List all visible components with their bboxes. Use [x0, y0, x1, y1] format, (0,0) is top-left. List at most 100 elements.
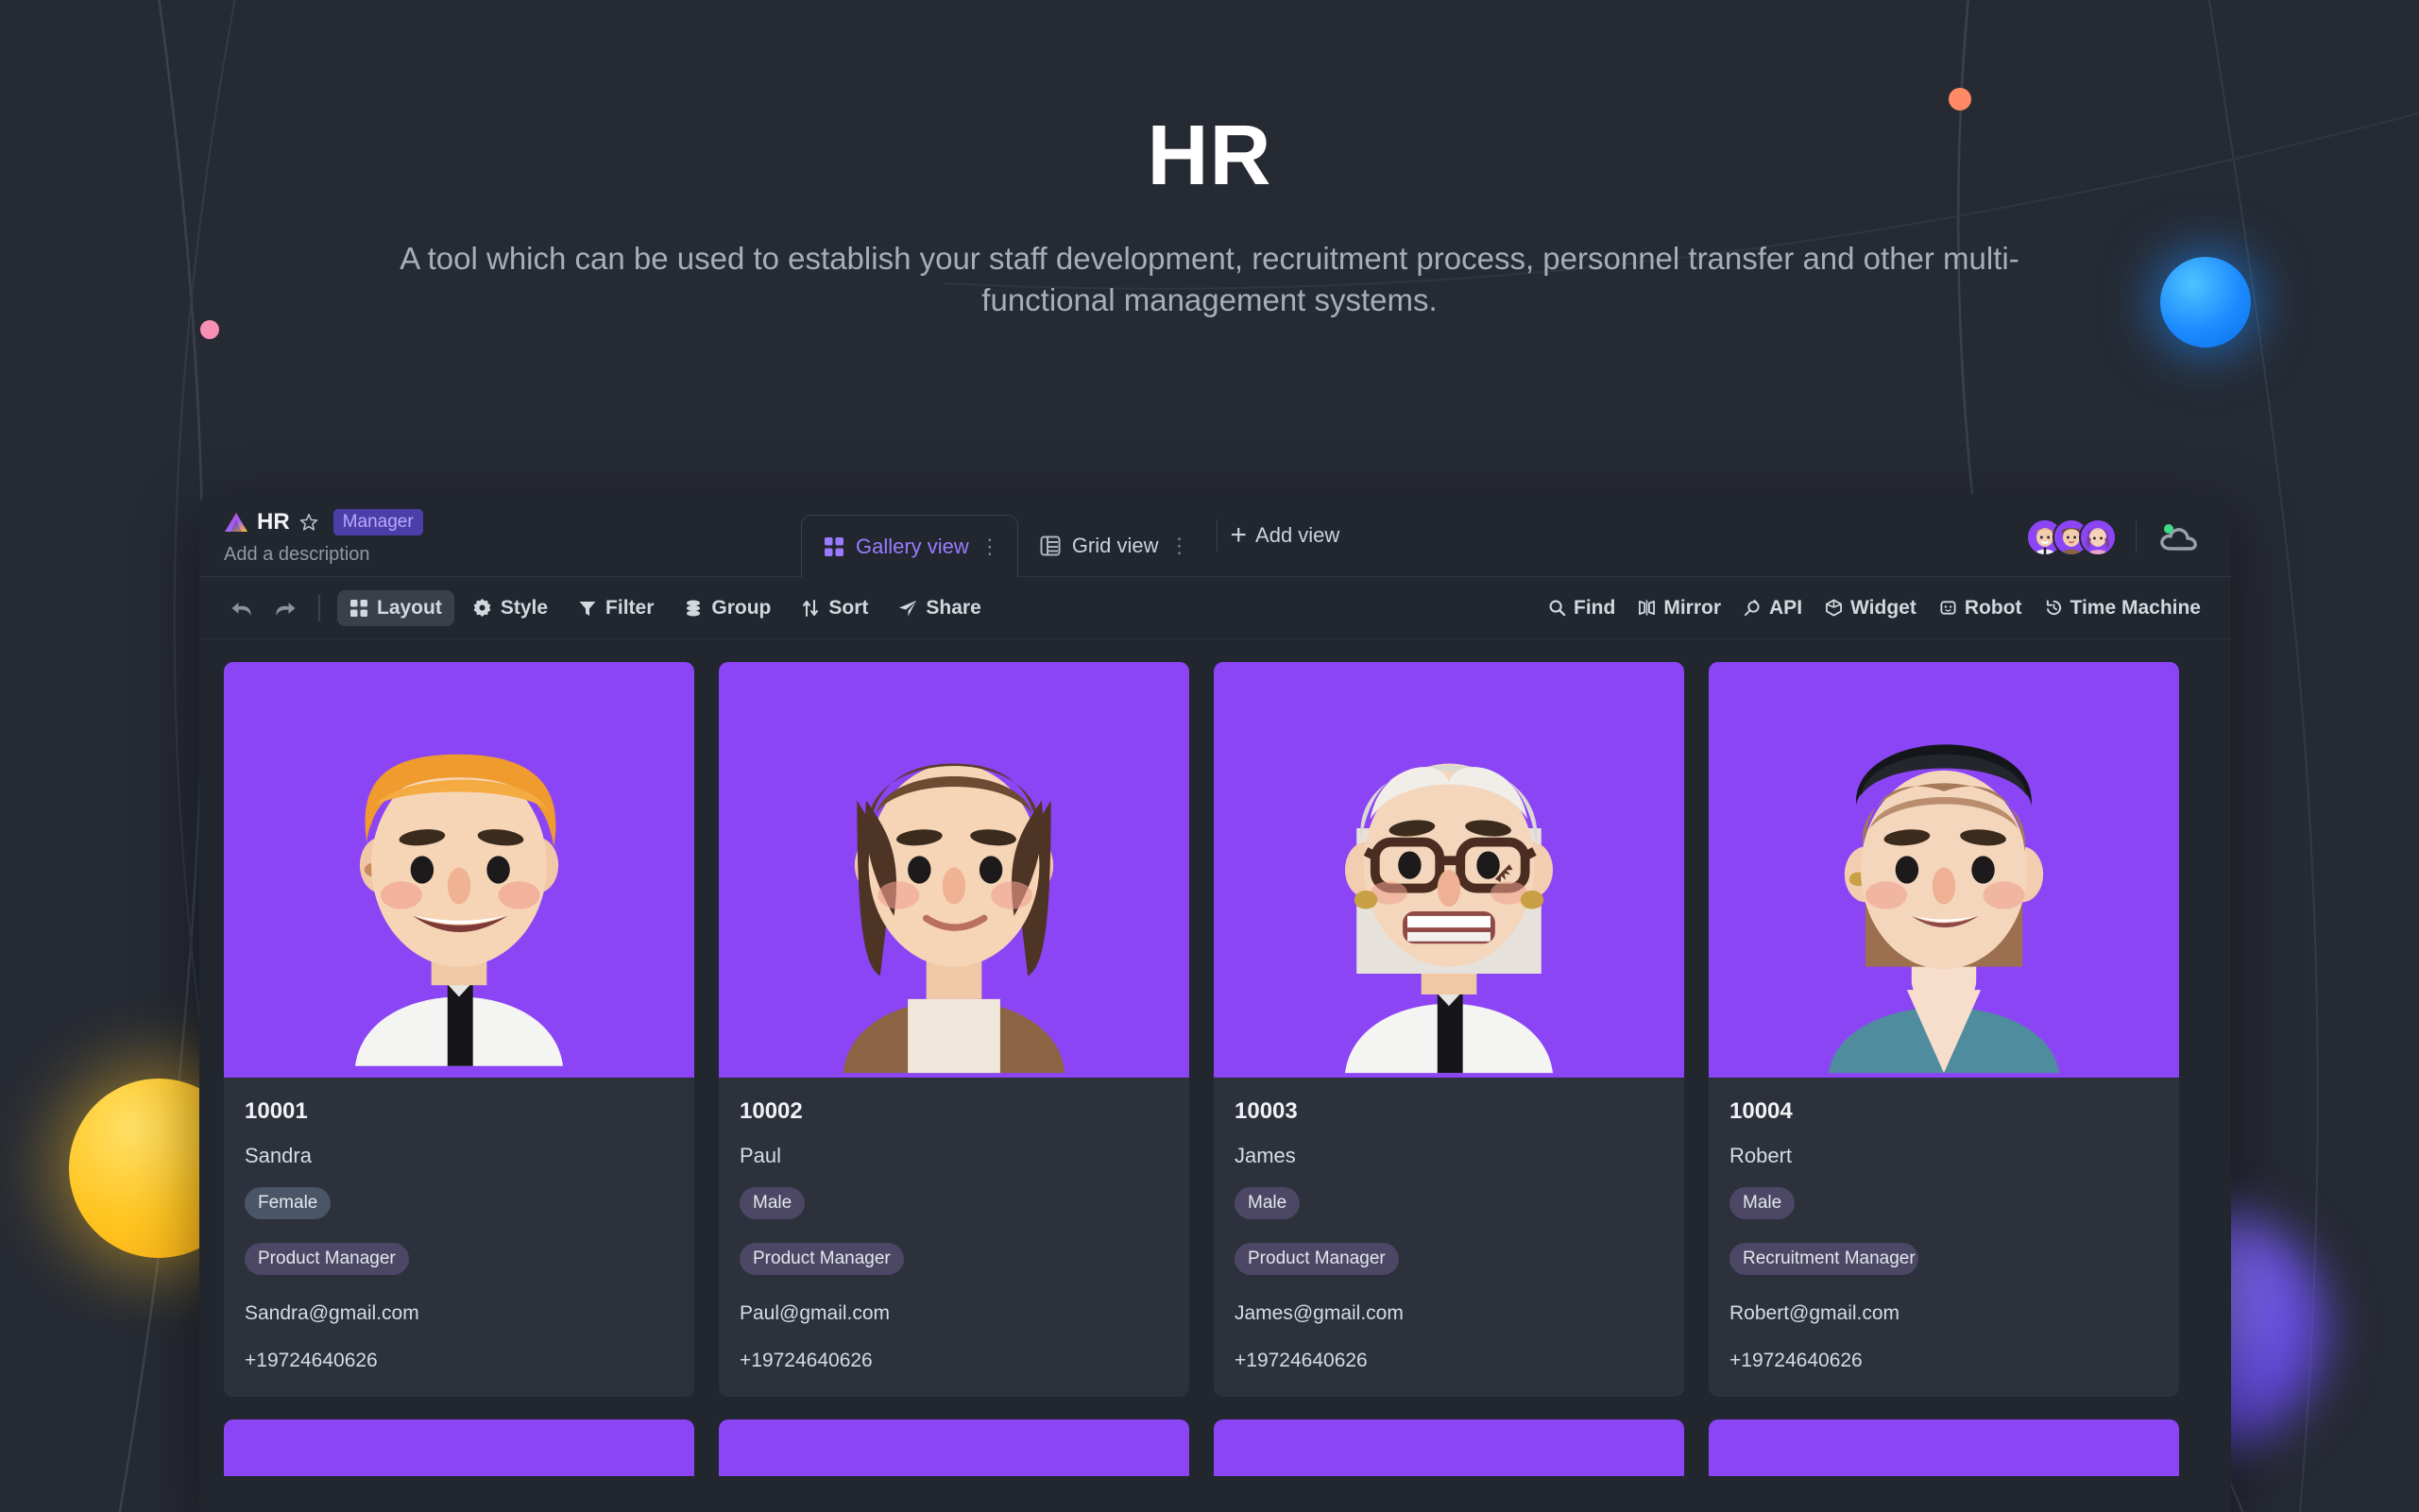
person-id: 10002	[740, 1098, 1168, 1125]
undo-arrow-icon[interactable]	[226, 592, 258, 624]
person-card[interactable]: 10003 James Male Product Manager James@g…	[1214, 662, 1684, 1397]
person-card-body: 10001 Sandra Female Product Manager Sand…	[224, 1078, 694, 1397]
person-photo	[719, 662, 1189, 1078]
history-clock-icon	[2045, 599, 2063, 617]
person-name: Robert	[1729, 1144, 2158, 1168]
person-phone[interactable]: +19724640626	[1235, 1350, 1663, 1372]
person-id: 10001	[245, 1098, 673, 1125]
gear-flower-icon	[472, 598, 492, 618]
star-icon[interactable]	[298, 512, 319, 533]
person-email[interactable]: Sandra@gmail.com	[245, 1302, 673, 1325]
group-layers-icon	[684, 599, 703, 618]
person-phone[interactable]: +19724640626	[740, 1350, 1168, 1372]
gender-chip: Male	[740, 1187, 805, 1219]
person-email[interactable]: Robert@gmail.com	[1729, 1302, 2158, 1325]
widget-button[interactable]: Widget	[1821, 590, 1920, 626]
person-card[interactable]: 10001 Sandra Female Product Manager Sand…	[224, 662, 694, 1397]
role-badge: Manager	[333, 509, 423, 535]
sort-arrows-icon	[801, 599, 820, 618]
person-phone[interactable]: +19724640626	[1729, 1350, 2158, 1372]
collaborator-avatars[interactable]	[2026, 518, 2117, 556]
role-chip: Product Manager	[740, 1243, 904, 1275]
avatar-purple-hair-icon	[2081, 520, 2115, 554]
plus-icon: +	[1231, 521, 1248, 550]
person-photo	[1709, 662, 2179, 1078]
app-window: HR Manager Add a description Gallery vie…	[199, 494, 2231, 1512]
person-name: James	[1235, 1144, 1663, 1168]
person-card[interactable]	[1709, 1419, 2179, 1476]
find-button-label: Find	[1574, 597, 1615, 620]
role-chip: Product Manager	[245, 1243, 409, 1275]
person-id: 10003	[1235, 1098, 1663, 1125]
layout-button-label: Layout	[377, 597, 442, 620]
toolbar-primary-tools: Layout Style Filter	[337, 590, 994, 626]
filter-button[interactable]: Filter	[566, 590, 666, 626]
tab-grid-menu-icon[interactable]: ⋮	[1169, 535, 1190, 556]
avatar-ginger-shirt-tie-icon	[224, 662, 694, 1078]
cloud-sync-icon[interactable]	[2155, 520, 2203, 554]
group-button-label: Group	[711, 597, 771, 620]
person-card[interactable]	[224, 1419, 694, 1476]
person-card[interactable]: 10004 Robert Male Recruitment Manager Ro…	[1709, 662, 2179, 1397]
person-email[interactable]: James@gmail.com	[1235, 1302, 1663, 1325]
layout-button[interactable]: Layout	[337, 590, 454, 626]
person-card[interactable]: 10002 Paul Male Product Manager Paul@gma…	[719, 662, 1189, 1397]
person-name: Paul	[740, 1144, 1168, 1168]
robot-button-label: Robot	[1965, 597, 2022, 620]
person-phone[interactable]: +19724640626	[245, 1350, 673, 1372]
triangle-logo-icon	[224, 511, 248, 534]
topbar-divider	[2136, 521, 2137, 553]
description-placeholder[interactable]: Add a description	[224, 544, 709, 566]
time-machine-button[interactable]: Time Machine	[2041, 590, 2206, 626]
send-plane-icon	[898, 599, 917, 618]
find-button[interactable]: Find	[1544, 590, 1619, 626]
avatar-brown-longhair-jacket-icon	[719, 662, 1189, 1078]
toolbar-divider	[318, 595, 320, 621]
group-button[interactable]: Group	[672, 590, 783, 626]
person-card-body: 10002 Paul Male Product Manager Paul@gma…	[719, 1078, 1189, 1397]
page-subtitle: A tool which can be used to establish yo…	[398, 238, 2022, 320]
brand-row: HR Manager	[224, 509, 709, 535]
add-view-button[interactable]: + Add view	[1227, 521, 1340, 550]
sort-button[interactable]: Sort	[789, 590, 880, 626]
tab-gallery-view[interactable]: Gallery view ⋮	[801, 515, 1018, 577]
person-id: 10004	[1729, 1098, 2158, 1125]
widget-button-label: Widget	[1850, 597, 1916, 620]
api-button[interactable]: API	[1740, 590, 1806, 626]
add-view-label: Add view	[1255, 523, 1339, 548]
app-topbar: HR Manager Add a description Gallery vie…	[199, 494, 2231, 577]
app-toolbar: Layout Style Filter	[199, 577, 2231, 639]
search-icon	[1548, 599, 1566, 617]
style-button[interactable]: Style	[460, 590, 560, 626]
role-chip: Recruitment Manager	[1729, 1243, 1918, 1275]
filter-button-label: Filter	[605, 597, 654, 620]
robot-button[interactable]: Robot	[1935, 590, 2026, 626]
person-card[interactable]	[1214, 1419, 1684, 1476]
tab-grid-view[interactable]: Grid view ⋮	[1018, 515, 1207, 577]
decorative-dot-pink	[200, 320, 219, 339]
gender-chip: Female	[245, 1187, 331, 1219]
avatar[interactable]	[2079, 518, 2117, 556]
avatar-cap-teal-jacket-icon	[1709, 662, 2179, 1078]
gallery-cards: 10001 Sandra Female Product Manager Sand…	[199, 639, 2231, 1397]
redo-arrow-icon[interactable]	[269, 592, 301, 624]
plug-icon	[1744, 599, 1762, 617]
person-email[interactable]: Paul@gmail.com	[740, 1302, 1168, 1325]
cube-icon	[1825, 599, 1843, 617]
layout-grid-icon	[349, 599, 368, 618]
api-button-label: API	[1769, 597, 1802, 620]
app-name: HR	[257, 509, 290, 535]
funnel-icon	[578, 599, 597, 618]
person-card[interactable]	[719, 1419, 1189, 1476]
tab-grid-view-label: Grid view	[1072, 534, 1159, 558]
time-machine-button-label: Time Machine	[2070, 597, 2202, 620]
person-card-body: 10004 Robert Male Recruitment Manager Ro…	[1709, 1078, 2179, 1397]
table-grid-icon	[1039, 535, 1062, 557]
page-title: HR	[0, 113, 2419, 198]
mirror-button-label: Mirror	[1663, 597, 1721, 620]
brand-block: HR Manager Add a description	[199, 494, 709, 566]
tab-gallery-menu-icon[interactable]: ⋮	[980, 536, 1000, 557]
share-button[interactable]: Share	[886, 590, 993, 626]
mirror-button[interactable]: Mirror	[1634, 590, 1725, 626]
gender-chip: Male	[1235, 1187, 1300, 1219]
